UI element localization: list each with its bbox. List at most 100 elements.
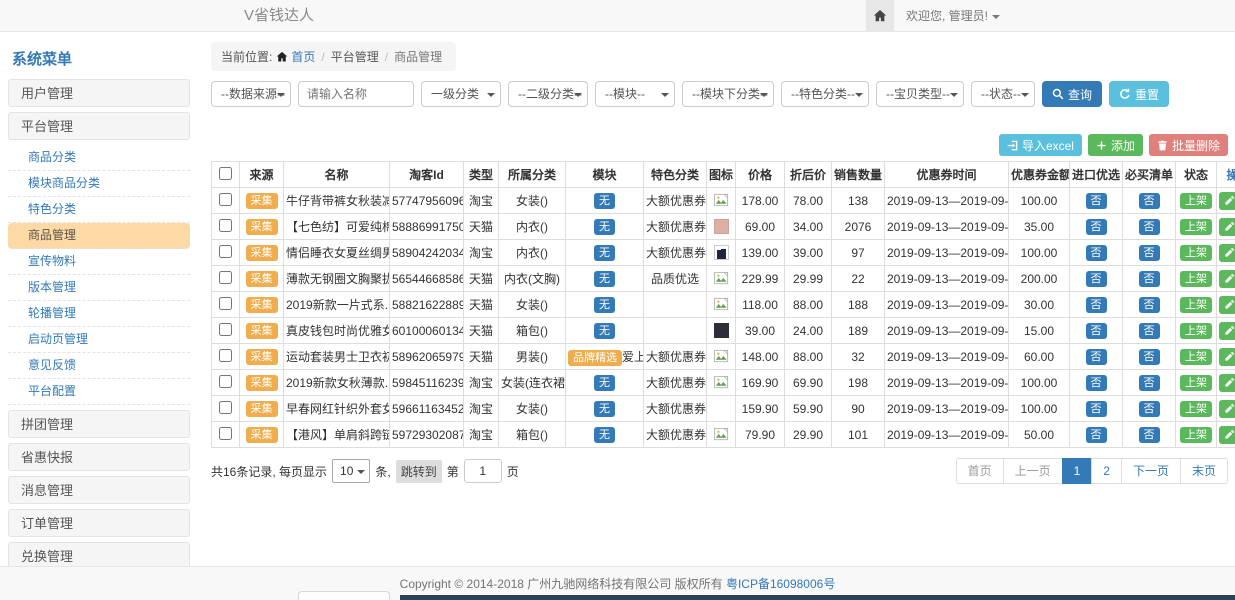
edit-button[interactable] (1219, 322, 1235, 340)
filter-select[interactable]: 一级分类 (421, 81, 501, 107)
module-badge[interactable]: 无 (594, 245, 615, 261)
status-badge[interactable]: 上架 (1180, 349, 1212, 365)
module-badge[interactable]: 无 (594, 219, 615, 235)
page-button[interactable]: 2 (1091, 458, 1122, 484)
row-checkbox[interactable] (219, 297, 232, 310)
module-badge[interactable]: 品牌精选 (568, 350, 622, 366)
page-button[interactable]: 1 (1062, 458, 1093, 484)
module-badge[interactable]: 无 (594, 427, 615, 443)
row-checkbox[interactable] (219, 271, 232, 284)
status-badge[interactable]: 上架 (1180, 375, 1212, 391)
home-button[interactable] (866, 0, 894, 31)
name-search-input[interactable] (298, 81, 414, 107)
edit-button[interactable] (1219, 400, 1235, 418)
module-badge[interactable]: 无 (594, 323, 615, 339)
import-select-badge[interactable]: 否 (1086, 271, 1107, 287)
filter-select[interactable]: --模块下分类-- (682, 81, 774, 107)
filter-select[interactable]: --特色分类-- (781, 81, 869, 107)
jump-to-button[interactable]: 跳转到 (396, 460, 442, 483)
import-select-badge[interactable]: 否 (1086, 401, 1107, 417)
edit-button[interactable] (1219, 192, 1235, 210)
module-badge[interactable]: 无 (594, 297, 615, 313)
import-select-badge[interactable]: 否 (1086, 297, 1107, 313)
batch-delete-button[interactable]: 批量删除 (1149, 134, 1228, 156)
edit-button[interactable] (1219, 296, 1235, 314)
add-button[interactable]: 添加 (1088, 134, 1143, 156)
must-buy-badge[interactable]: 否 (1139, 323, 1160, 339)
row-checkbox[interactable] (219, 323, 232, 336)
module-badge[interactable]: 无 (594, 193, 615, 209)
sidebar-item[interactable]: 启动页管理 (8, 327, 190, 353)
jump-page-input[interactable] (464, 459, 502, 483)
import-select-badge[interactable]: 否 (1086, 375, 1107, 391)
must-buy-badge[interactable]: 否 (1139, 349, 1160, 365)
import-excel-button[interactable]: 导入excel (999, 134, 1082, 156)
edit-button[interactable] (1219, 270, 1235, 288)
status-badge[interactable]: 上架 (1180, 401, 1212, 417)
must-buy-badge[interactable]: 否 (1139, 401, 1160, 417)
sidebar-item[interactable]: 特色分类 (8, 197, 190, 223)
status-badge[interactable]: 上架 (1180, 297, 1212, 313)
status-badge[interactable]: 上架 (1180, 245, 1212, 261)
sidebar-item[interactable]: 意见反馈 (8, 353, 190, 379)
sidebar-item[interactable]: 版本管理 (8, 275, 190, 301)
user-menu[interactable]: 欢迎您, 管理员! (906, 0, 1000, 32)
import-select-badge[interactable]: 否 (1086, 427, 1107, 443)
filter-select[interactable]: --数据来源-- (211, 81, 291, 107)
edit-button[interactable] (1219, 218, 1235, 236)
search-button[interactable]: 查询 (1042, 81, 1102, 107)
must-buy-badge[interactable]: 否 (1139, 193, 1160, 209)
import-select-badge[interactable]: 否 (1086, 349, 1107, 365)
row-checkbox[interactable] (219, 193, 232, 206)
page-button[interactable]: 上一页 (1003, 458, 1063, 484)
sidebar-group[interactable]: 用户管理 (8, 79, 190, 107)
import-select-badge[interactable]: 否 (1086, 219, 1107, 235)
filter-select[interactable]: --二级分类-- (508, 81, 588, 107)
edit-button[interactable] (1219, 348, 1235, 366)
status-badge[interactable]: 上架 (1180, 193, 1212, 209)
sidebar-item[interactable]: 商品管理 (8, 223, 190, 249)
edit-button[interactable] (1219, 426, 1235, 444)
sidebar-group[interactable]: 平台管理 (8, 112, 190, 140)
sidebar-item[interactable]: 商品分类 (8, 145, 190, 171)
sidebar-item[interactable]: 模块商品分类 (8, 171, 190, 197)
status-badge[interactable]: 上架 (1180, 219, 1212, 235)
must-buy-badge[interactable]: 否 (1139, 375, 1160, 391)
status-badge[interactable]: 上架 (1180, 323, 1212, 339)
page-button[interactable]: 首页 (956, 458, 1004, 484)
must-buy-badge[interactable]: 否 (1139, 297, 1160, 313)
sidebar-item[interactable]: 平台配置 (8, 379, 190, 405)
row-checkbox[interactable] (219, 375, 232, 388)
must-buy-badge[interactable]: 否 (1139, 219, 1160, 235)
row-checkbox[interactable] (219, 427, 232, 440)
row-checkbox[interactable] (219, 401, 232, 414)
edit-button[interactable] (1219, 374, 1235, 392)
import-select-badge[interactable]: 否 (1086, 193, 1107, 209)
sidebar-group[interactable]: 消息管理 (8, 476, 190, 504)
sidebar-group[interactable]: 省惠快报 (8, 443, 190, 471)
sidebar-item[interactable]: 宣传物料 (8, 249, 190, 275)
filter-select[interactable]: --宝贝类型-- (876, 81, 964, 107)
edit-button[interactable] (1219, 244, 1235, 262)
page-button[interactable]: 下一页 (1121, 458, 1181, 484)
row-checkbox[interactable] (219, 349, 232, 362)
sidebar-group[interactable]: 拼团管理 (8, 410, 190, 438)
breadcrumb-home-link[interactable]: 首页 (291, 50, 315, 64)
row-checkbox[interactable] (219, 219, 232, 232)
status-badge[interactable]: 上架 (1180, 427, 1212, 443)
filter-select[interactable]: --状态-- (971, 81, 1035, 107)
must-buy-badge[interactable]: 否 (1139, 245, 1160, 261)
module-badge[interactable]: 无 (594, 401, 615, 417)
module-badge[interactable]: 无 (594, 271, 615, 287)
module-badge[interactable]: 无 (594, 375, 615, 391)
sidebar-group[interactable]: 订单管理 (8, 509, 190, 537)
select-all-checkbox[interactable] (219, 167, 232, 180)
must-buy-badge[interactable]: 否 (1139, 271, 1160, 287)
per-page-select[interactable]: 10 (332, 459, 370, 483)
filter-select[interactable]: --模块-- (595, 81, 675, 107)
import-select-badge[interactable]: 否 (1086, 245, 1107, 261)
page-button[interactable]: 末页 (1180, 458, 1228, 484)
sidebar-item[interactable]: 轮播管理 (8, 301, 190, 327)
icp-link[interactable]: 粤ICP备16098006号 (726, 575, 835, 592)
status-badge[interactable]: 上架 (1180, 271, 1212, 287)
